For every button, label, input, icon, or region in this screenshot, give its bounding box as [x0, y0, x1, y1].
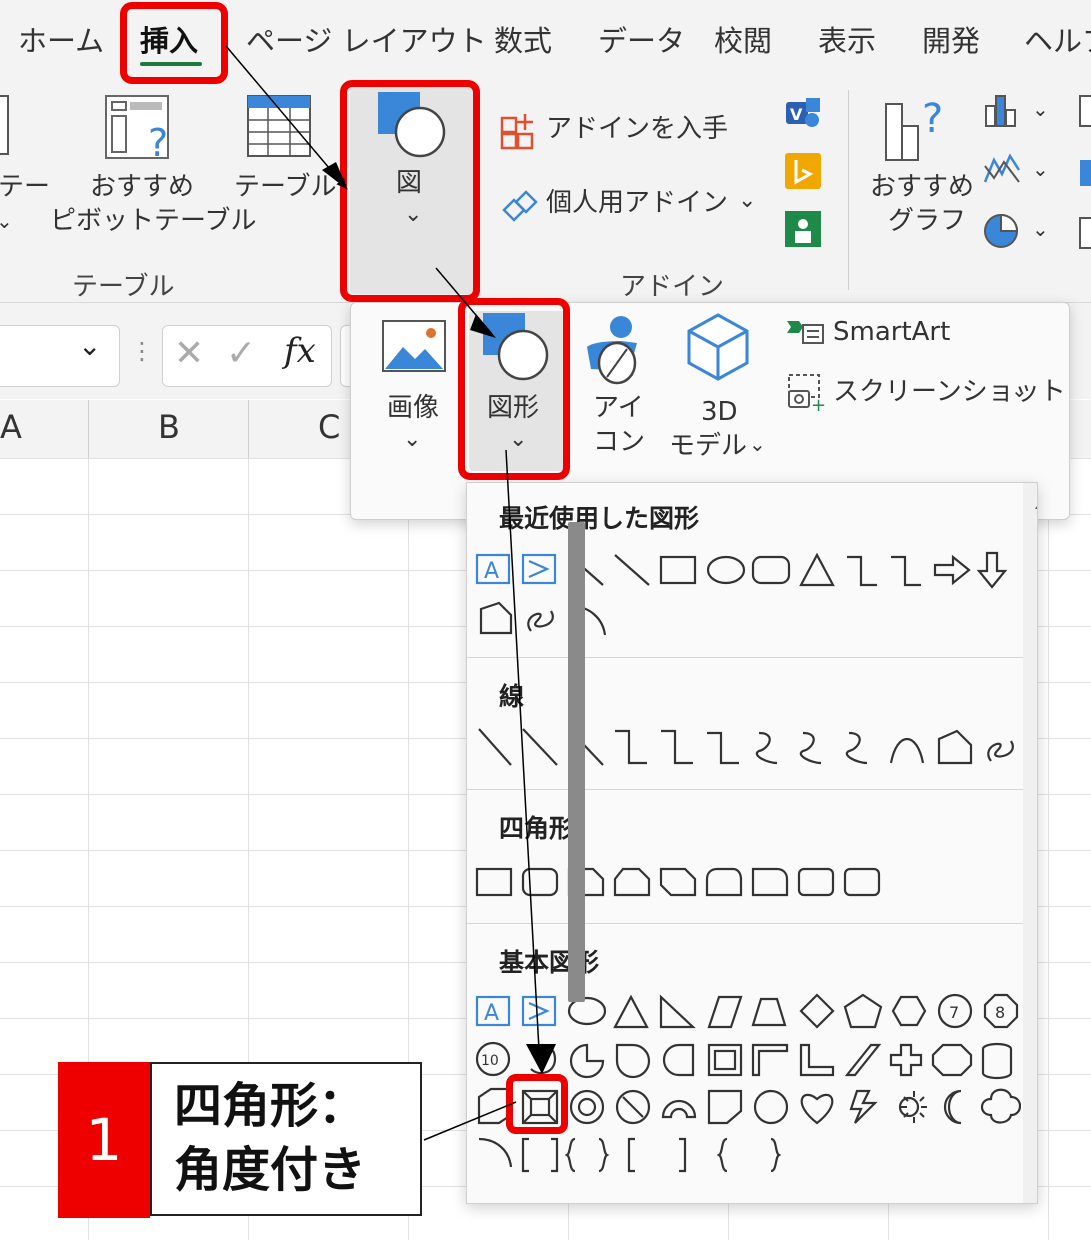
callout-line-2: 角度付き: [174, 1142, 367, 1198]
callout-text-box: 四角形： 角度付き: [150, 1062, 422, 1216]
annotation-arrows: [225, 45, 556, 1141]
callout-line-1: 四角形：: [174, 1078, 367, 1134]
step-number-badge: 1: [58, 1062, 150, 1218]
arrow-shapes-to-bevel: [505, 449, 541, 1069]
callout-leader-line: [423, 1101, 517, 1141]
